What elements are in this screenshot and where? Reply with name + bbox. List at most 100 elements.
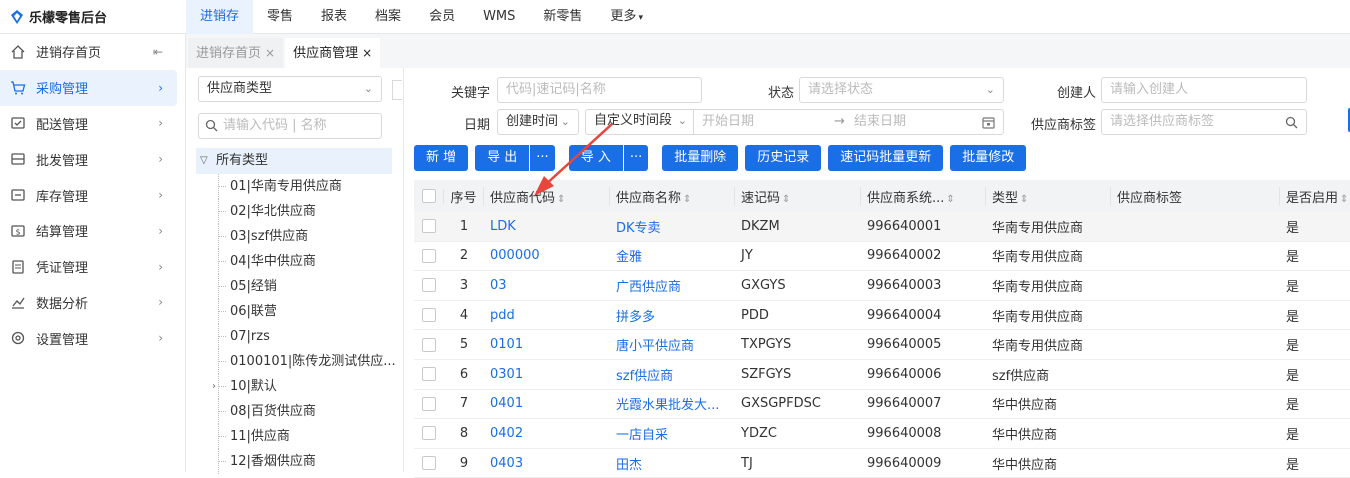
cell-supplier-code[interactable]: pdd bbox=[484, 308, 610, 323]
close-icon[interactable]: × bbox=[265, 46, 275, 60]
sidebar-item[interactable]: 数据分析 › bbox=[0, 285, 177, 321]
cell-supplier-name[interactable]: 光霞水果批发大... bbox=[610, 394, 735, 413]
row-checkbox[interactable] bbox=[414, 337, 444, 352]
cell-supplier-name[interactable]: 唐小平供应商 bbox=[610, 335, 735, 354]
close-icon[interactable]: × bbox=[362, 46, 372, 60]
table-row[interactable]: 2 000000 金雅 JY 996640002 华南专用供应商 是 bbox=[414, 242, 1350, 272]
row-checkbox[interactable] bbox=[414, 426, 444, 441]
page-tab[interactable]: 进销存首页 × bbox=[188, 38, 284, 68]
batch-quick-code-update-button[interactable]: 速记码批量更新 bbox=[828, 145, 944, 171]
top-nav-item[interactable]: 进销存 bbox=[186, 0, 254, 34]
cell-supplier-name[interactable]: 广西供应商 bbox=[610, 276, 735, 295]
row-checkbox[interactable] bbox=[414, 308, 444, 323]
export-more-button[interactable]: ··· bbox=[530, 145, 555, 171]
sidebar-item[interactable]: 配送管理 › bbox=[0, 106, 177, 142]
top-nav-item[interactable]: WMS bbox=[469, 0, 529, 34]
cell-supplier-name[interactable]: 金雅 bbox=[610, 246, 735, 265]
cell-supplier-name[interactable]: DK专卖 bbox=[610, 217, 735, 236]
tree-node[interactable]: 12|香烟供应商 bbox=[196, 449, 396, 474]
cell-supplier-code[interactable]: LDK bbox=[484, 219, 610, 234]
cell-supplier-name[interactable]: 一店自采 bbox=[610, 424, 735, 443]
table-row[interactable]: 6 0301 szf供应商 SZFGYS 996640006 szf供应商是 bbox=[414, 360, 1350, 390]
date-type-select[interactable]: 创建时间 ⌄ bbox=[497, 109, 579, 135]
row-checkbox[interactable] bbox=[414, 456, 444, 471]
top-nav-item[interactable]: 新零售 bbox=[529, 0, 596, 34]
cell-supplier-code[interactable]: 000000 bbox=[484, 248, 610, 263]
sidebar-item[interactable]: 设置管理 › bbox=[0, 320, 177, 356]
tree-node[interactable]: › 10|默认 bbox=[196, 374, 396, 399]
page-tab[interactable]: 供应商管理 × bbox=[285, 38, 381, 68]
top-nav-item[interactable]: 更多 bbox=[596, 0, 657, 34]
tree-node[interactable]: 03|szf供应商 bbox=[196, 224, 396, 249]
tree-node[interactable]: 07|rzs bbox=[196, 324, 396, 349]
top-nav-item[interactable]: 档案 bbox=[361, 0, 415, 34]
import-more-button[interactable]: ··· bbox=[623, 145, 649, 171]
tree-root-node[interactable]: ▽ 所有类型 bbox=[196, 148, 392, 174]
status-select[interactable]: 请选择状态 ⌄ bbox=[799, 77, 1004, 103]
sidebar-item[interactable]: 批发管理 › bbox=[0, 141, 177, 177]
row-checkbox[interactable] bbox=[414, 278, 444, 293]
sidebar-item[interactable]: 进销存首页 ⇤ bbox=[0, 34, 177, 70]
top-nav-item[interactable]: 会员 bbox=[415, 0, 469, 34]
batch-edit-button[interactable]: 批量修改 bbox=[950, 145, 1027, 171]
top-nav-item[interactable]: 报表 bbox=[307, 0, 361, 34]
col-header-quick-code[interactable]: 速记码 bbox=[735, 186, 861, 206]
cell-supplier-name[interactable]: 田杰 bbox=[610, 454, 735, 473]
tree-node[interactable]: 02|华北供应商 bbox=[196, 199, 396, 224]
cell-supplier-code[interactable]: 0301 bbox=[484, 367, 610, 382]
row-checkbox[interactable] bbox=[414, 248, 444, 263]
col-header-system-code[interactable]: 供应商系统... bbox=[861, 186, 986, 206]
supplier-tag-select[interactable]: 请选择供应商标签 bbox=[1101, 109, 1307, 135]
cell-supplier-code[interactable]: 0401 bbox=[484, 396, 610, 411]
history-button[interactable]: 历史记录 bbox=[745, 145, 822, 171]
table-row[interactable]: 1 LDK DK专卖 DKZM 996640001 华南专用供应商 是 bbox=[414, 212, 1350, 242]
time-range-select[interactable]: 自定义时间段 ⌄ bbox=[586, 110, 694, 134]
tree-node[interactable]: 08|百货供应商 bbox=[196, 399, 396, 424]
table-row[interactable]: 3 03 广西供应商 GXGYS 996640003 华南专用供应商 是 bbox=[414, 271, 1350, 301]
select-all-checkbox[interactable] bbox=[414, 188, 444, 204]
sidebar-item[interactable]: 采购管理 › bbox=[0, 69, 177, 106]
tree-node[interactable]: 05|经销 bbox=[196, 274, 396, 299]
export-button[interactable]: 导 出 bbox=[475, 145, 530, 171]
end-date-input[interactable]: 结束日期 bbox=[854, 110, 906, 134]
table-row[interactable]: 4 pdd 拼多多 PDD 996640004 华南专用供应商 是 bbox=[414, 301, 1350, 331]
cell-supplier-code[interactable]: 0403 bbox=[484, 456, 610, 471]
add-button[interactable]: 新 增 bbox=[414, 145, 469, 171]
tree-node[interactable]: 04|华中供应商 bbox=[196, 249, 396, 274]
cell-supplier-code[interactable]: 0402 bbox=[484, 426, 610, 441]
tree-node[interactable]: 06|联营 bbox=[196, 299, 396, 324]
top-nav-item[interactable]: 零售 bbox=[253, 0, 307, 34]
start-date-input[interactable]: 开始日期 bbox=[702, 110, 754, 134]
row-checkbox[interactable] bbox=[414, 396, 444, 411]
table-row[interactable]: 8 0402 一店自采 YDZC 996640008 华中供应商 是 bbox=[414, 419, 1350, 449]
creator-input[interactable]: 请输入创建人 bbox=[1101, 77, 1307, 103]
col-header-type[interactable]: 类型 bbox=[986, 186, 1111, 206]
table-row[interactable]: 9 0403 田杰 TJ 996640009 华中供应商 是 bbox=[414, 449, 1350, 478]
row-checkbox[interactable] bbox=[414, 219, 444, 234]
col-header-enabled[interactable]: 是否启用 bbox=[1280, 187, 1350, 206]
supplier-type-select[interactable]: 供应商类型 ⌄ bbox=[198, 76, 382, 102]
table-row[interactable]: 5 0101 唐小平供应商 TXPGYS 996640005 华南专用供应商 是 bbox=[414, 330, 1350, 360]
tree-node[interactable]: 11|供应商 bbox=[196, 424, 396, 449]
cell-supplier-code[interactable]: 0101 bbox=[484, 337, 610, 352]
tree-node[interactable]: 0100101|陈传龙测试供应... bbox=[196, 349, 396, 374]
collapse-panel-handle[interactable] bbox=[392, 80, 402, 100]
cell-supplier-name[interactable]: 拼多多 bbox=[610, 306, 735, 325]
brand[interactable]: 乐檬零售后台 bbox=[0, 7, 186, 26]
tree-search-input[interactable]: 请输入代码 | 名称 bbox=[198, 113, 382, 139]
cell-supplier-code[interactable]: 03 bbox=[484, 278, 610, 293]
row-checkbox[interactable] bbox=[414, 367, 444, 382]
date-range-picker[interactable]: 自定义时间段 ⌄ 开始日期 → 结束日期 bbox=[585, 109, 1004, 135]
tree-node[interactable]: 01|华南专用供应商 bbox=[196, 174, 396, 199]
sidebar-item[interactable]: 凭证管理 › bbox=[0, 249, 177, 285]
sidebar-item[interactable]: 库存管理 › bbox=[0, 177, 177, 213]
table-row[interactable]: 7 0401 光霞水果批发大... GXSGPFDSC 996640007 华中供应商 是 bbox=[414, 390, 1350, 420]
import-button[interactable]: 导 入 bbox=[568, 145, 623, 171]
keyword-input[interactable]: 代码|速记码|名称 bbox=[497, 77, 702, 103]
cell-supplier-name[interactable]: szf供应商 bbox=[610, 365, 735, 384]
col-header-code[interactable]: 供应商代码 bbox=[484, 186, 610, 206]
sidebar-item[interactable]: $ 结算管理 › bbox=[0, 213, 177, 249]
col-header-name[interactable]: 供应商名称 bbox=[610, 186, 735, 206]
caret-right-icon[interactable]: › bbox=[212, 374, 216, 399]
batch-delete-button[interactable]: 批量删除 bbox=[662, 145, 739, 171]
